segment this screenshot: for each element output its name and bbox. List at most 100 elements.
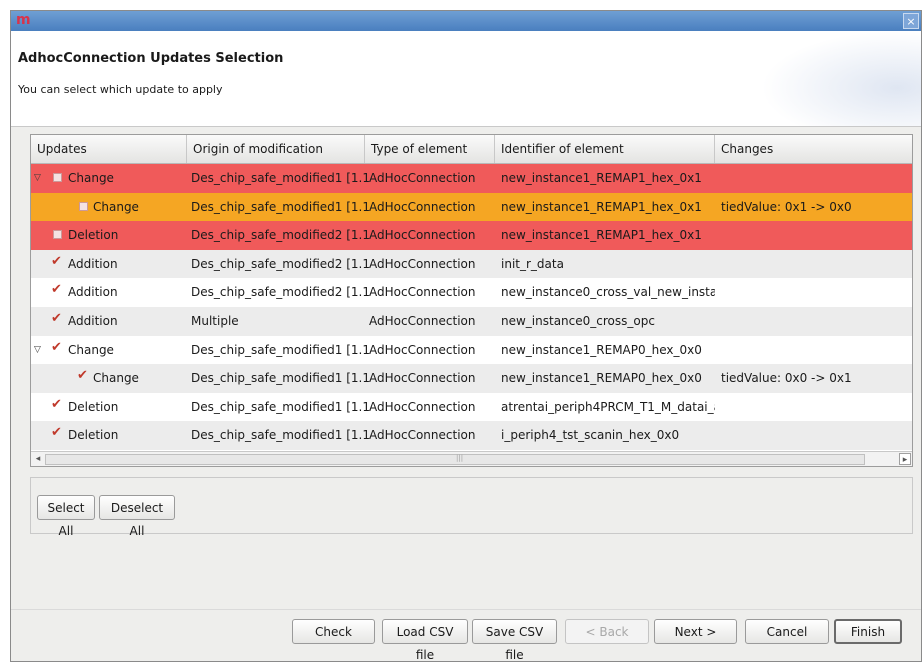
cell-origin: Des_chip_safe_modified1 [1.1 — [191, 371, 370, 386]
scroll-right-icon[interactable]: ▸ — [899, 453, 911, 465]
table-row[interactable]: ✔ Deletion Des_chip_safe_modified1 [1.1 AdH… — [31, 421, 912, 450]
cell-identifier: new_instance0_cross_opc — [501, 313, 655, 328]
back-button[interactable]: < Back — [565, 619, 649, 644]
check-icon[interactable]: ✔ — [51, 312, 62, 325]
scroll-grip-icon: ||| — [456, 454, 464, 462]
scroll-left-icon[interactable]: ◂ — [32, 453, 44, 465]
cell-identifier: init_r_data — [501, 256, 564, 271]
cell-changes: tiedValue: 0x1 -> 0x0 — [721, 199, 852, 214]
table-body: ▽ Change Des_chip_safe_modified1 [1.1 AdHoc… — [31, 164, 912, 450]
cell-changes — [721, 393, 911, 422]
table-row[interactable]: ✔ Addition Multiple AdHocConnection new_inst… — [31, 306, 912, 336]
column-header-changes[interactable]: Changes — [715, 135, 912, 163]
load-csv-button[interactable]: Load CSV file — [382, 619, 468, 662]
table-row[interactable]: Change Des_chip_safe_modified1 [1.1 AdHocC… — [31, 192, 912, 222]
column-header-updates[interactable]: Updates — [31, 135, 187, 163]
expander-icon[interactable]: ▽ — [34, 345, 43, 355]
check-icon[interactable]: ✔ — [51, 341, 62, 354]
title-bar[interactable]: m × — [11, 11, 921, 31]
app-logo-icon: m — [16, 12, 31, 28]
check-icon[interactable]: ✔ — [51, 255, 62, 268]
page-description: You can select which update to apply — [18, 83, 223, 96]
check-icon[interactable]: ✔ — [77, 369, 88, 382]
cell-update: ▽ Change — [31, 164, 185, 193]
cell-update: ▽ ✔ Change — [31, 336, 185, 365]
unchecked-square-icon[interactable] — [53, 173, 62, 182]
unchecked-square-icon[interactable] — [79, 201, 88, 211]
wizard-dialog: m × AdhocConnection Updates Selection Yo… — [10, 10, 922, 662]
table-row[interactable]: ✔ Change Des_chip_safe_modified1 [1.1 AdHoc… — [31, 364, 912, 393]
cell-changes — [721, 250, 911, 279]
update-label: Deletion — [68, 399, 119, 414]
cell-update: Deletion — [31, 221, 185, 250]
cancel-button[interactable]: Cancel — [745, 619, 829, 644]
update-label: Change — [68, 171, 114, 185]
unchecked-square-icon[interactable] — [53, 230, 62, 240]
update-label: Change — [68, 342, 114, 357]
cell-type: AdHocConnection — [369, 285, 476, 300]
cell-identifier: new_instance0_cross_val_new_instan — [501, 285, 715, 300]
table-row[interactable]: ✔ Deletion Des_chip_safe_modified1 [1.1 AdH… — [31, 392, 912, 422]
cell-identifier: new_instance1_REMAP1_hex_0x1 — [501, 199, 702, 214]
cell-update: Change — [31, 193, 185, 222]
table-row[interactable]: Deletion Des_chip_safe_modified2 [1.1 AdHo… — [31, 221, 912, 250]
update-label: Deletion — [68, 228, 119, 243]
cell-identifier: new_instance1_REMAP1_hex_0x1 — [501, 228, 702, 243]
check-button[interactable]: Check — [292, 619, 375, 644]
table-header: Updates Origin of modification Type of e… — [31, 135, 912, 164]
cell-type: AdHocConnection — [369, 313, 476, 328]
column-header-identifier[interactable]: Identifier of element — [495, 135, 715, 163]
cell-origin: Des_chip_safe_modified2 [1.1 — [191, 256, 370, 271]
cell-type: AdHocConnection — [369, 256, 476, 271]
cell-type: AdHocConnection — [369, 199, 476, 214]
cell-update: ✔ Deletion — [31, 421, 185, 450]
expander-icon[interactable]: ▽ — [34, 174, 43, 183]
table-row[interactable]: ▽ Change Des_chip_safe_modified1 [1.1 AdHoc… — [31, 164, 912, 193]
cell-changes — [721, 421, 911, 450]
cell-type: AdHocConnection — [369, 342, 476, 357]
select-all-button[interactable]: Select All — [37, 495, 95, 538]
horizontal-scrollbar[interactable]: ◂ ||| ▸ — [31, 451, 912, 466]
table-row[interactable]: ✔ Addition Des_chip_safe_modified2 [1.1 AdH… — [31, 249, 912, 279]
cell-origin: Des_chip_safe_modified1 [1.1 — [191, 171, 370, 185]
close-icon[interactable]: × — [903, 13, 919, 29]
column-header-origin[interactable]: Origin of modification — [187, 135, 365, 163]
deselect-all-button[interactable]: Deselect All — [99, 495, 175, 538]
cell-identifier: atrentai_periph4PRCM_T1_M_datai_asy — [501, 399, 715, 414]
update-label: Change — [93, 199, 139, 214]
cell-origin: Des_chip_safe_modified2 [1.1 — [191, 285, 370, 300]
cell-origin: Des_chip_safe_modified1 [1.1 — [191, 399, 370, 414]
cell-identifier: i_periph4_tst_scanin_hex_0x0 — [501, 428, 680, 443]
cell-changes — [721, 278, 911, 307]
update-label: Addition — [68, 256, 118, 271]
update-label: Addition — [68, 285, 118, 300]
cell-identifier: new_instance1_REMAP0_hex_0x0 — [501, 371, 702, 386]
cell-update: ✔ Addition — [31, 307, 185, 336]
table-row[interactable]: ▽ ✔ Change Des_chip_safe_modified1 [1.1 AdHo… — [31, 335, 912, 365]
finish-button[interactable]: Finish — [834, 619, 902, 644]
cell-identifier: new_instance1_REMAP0_hex_0x0 — [501, 342, 702, 357]
updates-table: Updates Origin of modification Type of e… — [30, 134, 913, 467]
header-banner-graphic — [761, 31, 921, 126]
cell-changes: tiedValue: 0x0 -> 0x1 — [721, 371, 852, 386]
check-icon[interactable]: ✔ — [51, 398, 62, 411]
cell-update: ✔ Addition — [31, 250, 185, 279]
cell-changes — [721, 307, 911, 336]
check-icon[interactable]: ✔ — [51, 283, 62, 296]
cell-update: ✔ Addition — [31, 278, 185, 307]
update-label: Change — [93, 371, 139, 386]
cell-origin: Multiple — [191, 313, 239, 328]
cell-update: ✔ Deletion — [31, 393, 185, 422]
column-header-type[interactable]: Type of element — [365, 135, 495, 163]
cell-changes — [721, 336, 911, 365]
cell-identifier: new_instance1_REMAP1_hex_0x1 — [501, 171, 702, 185]
next-button[interactable]: Next > — [654, 619, 737, 644]
table-row[interactable]: ✔ Addition Des_chip_safe_modified2 [1.1 AdH… — [31, 278, 912, 307]
scrollbar-thumb[interactable] — [45, 454, 865, 465]
save-csv-button[interactable]: Save CSV file — [472, 619, 557, 662]
cell-type: AdHocConnection — [369, 399, 476, 414]
cell-update: ✔ Change — [31, 364, 185, 393]
footer-separator — [11, 609, 921, 610]
check-icon[interactable]: ✔ — [51, 426, 62, 439]
cell-changes — [721, 221, 911, 250]
